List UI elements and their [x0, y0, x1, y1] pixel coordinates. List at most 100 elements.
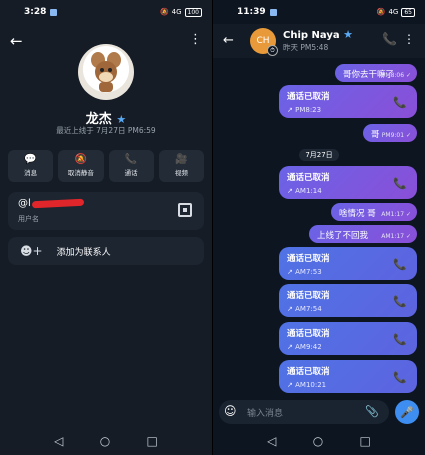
- network-indicator: 4G: [388, 8, 399, 16]
- mute-status-icon: 🔕: [159, 8, 169, 16]
- back-arrow-icon[interactable]: ←: [10, 32, 23, 50]
- message-time-value: AM1:17: [381, 233, 405, 240]
- add-contact-label: 添加为联系人: [56, 247, 111, 258]
- avatar-initials: CH: [256, 36, 270, 46]
- message-time-value: PM9:01: [381, 132, 405, 139]
- call-bubble[interactable]: 通话已取消 ↗ AM10:21 📞: [279, 360, 417, 393]
- emoji-icon[interactable]: ☺: [224, 404, 237, 418]
- nav-back-icon[interactable]: ◁: [54, 434, 63, 448]
- attach-icon[interactable]: 📎: [365, 405, 379, 418]
- call-bubble[interactable]: 通话已取消 ↗ PM8:23 📞: [279, 85, 417, 118]
- mute-status-icon: 🔕: [376, 8, 386, 16]
- message-button[interactable]: 💬 消息: [8, 150, 54, 182]
- message-text: 哥: [371, 130, 380, 140]
- battery-indicator: 65: [401, 7, 415, 17]
- call-time: ↗ AM1:14: [287, 187, 322, 195]
- message-list[interactable]: 哥你去干嘛了 PM8:06 ✓ 通话已取消 ↗ PM8:23 📞 哥 PM9:0…: [213, 58, 425, 394]
- message-time-value: AM1:17: [381, 211, 405, 218]
- system-nav-bar: ◁ ○ □: [0, 427, 212, 455]
- message-input-box[interactable]: ☺ 输入消息 📎: [219, 400, 389, 424]
- unmute-icon: 🔕: [74, 154, 88, 165]
- date-separator: 7月27日: [299, 149, 339, 161]
- message-label: 消息: [24, 169, 38, 177]
- call-title: 通话已取消: [287, 173, 330, 183]
- call-button[interactable]: 📞 通话: [108, 150, 154, 182]
- more-options-icon[interactable]: ⋮: [189, 32, 202, 47]
- call-time: ↗ AM9:42: [287, 343, 322, 351]
- phone-icon[interactable]: 📞: [382, 32, 397, 46]
- username-prefix: @l: [18, 198, 31, 209]
- call-time: ↗ AM10:21: [287, 381, 326, 389]
- back-arrow-icon[interactable]: ←: [223, 33, 234, 48]
- add-contact-button[interactable]: ☻+ 添加为联系人: [8, 237, 204, 265]
- call-bubble[interactable]: 通话已取消 ↗ AM9:42 📞: [279, 322, 417, 355]
- phone-icon[interactable]: 📞: [393, 295, 407, 308]
- chat-name-text: Chip Naya: [283, 30, 340, 41]
- message-input-placeholder[interactable]: 输入消息: [247, 406, 283, 419]
- phone-icon[interactable]: 📞: [393, 177, 407, 190]
- phone-icon[interactable]: 📞: [393, 96, 407, 109]
- unmute-button[interactable]: 🔕 取消静音: [58, 150, 104, 182]
- message-time-value: PM8:06: [381, 72, 405, 79]
- call-time: ↗ PM8:23: [287, 106, 321, 114]
- profile-avatar[interactable]: [78, 44, 134, 100]
- nav-recents-icon[interactable]: □: [147, 434, 158, 448]
- chat-header: ← CH ⏱ Chip Naya ★ 昨天 PM5:48 📞 ⋮: [213, 24, 425, 58]
- nav-home-icon[interactable]: ○: [100, 434, 110, 448]
- call-time: ↗ AM7:53: [287, 268, 322, 276]
- phone-icon[interactable]: 📞: [393, 258, 407, 271]
- system-nav-bar: ◁ ○ □: [213, 427, 425, 455]
- last-seen-text: 最近上线于 7月27日 PM6:59: [56, 126, 156, 135]
- qr-code-icon[interactable]: [178, 203, 192, 217]
- message-time: AM1:17 ✓: [381, 211, 411, 218]
- app-notification-icon: [50, 8, 58, 16]
- message-bubble[interactable]: 啥情况 哥 AM1:17 ✓: [331, 203, 417, 221]
- timer-badge-icon: ⏱: [267, 45, 278, 56]
- message-bubble[interactable]: 上线了不回我 AM1:17 ✓: [309, 225, 417, 243]
- premium-star-icon: ★: [343, 28, 353, 41]
- call-bubble[interactable]: 通话已取消 ↗ AM7:54 📞: [279, 284, 417, 317]
- battery-indicator: 100: [184, 7, 202, 17]
- call-label: 通话: [124, 169, 138, 177]
- call-bubble[interactable]: 通话已取消 ↗ AM1:14 📞: [279, 166, 417, 199]
- status-time: 11:39: [237, 7, 266, 17]
- call-time-value: PM8:23: [295, 106, 322, 114]
- outgoing-arrow-icon: ↗: [287, 268, 293, 276]
- message-bubble[interactable]: 哥你去干嘛了 PM8:06 ✓: [335, 64, 417, 82]
- chat-avatar[interactable]: CH ⏱: [250, 28, 278, 56]
- mouse-cartoon-icon: [91, 52, 121, 92]
- call-time: ↗ AM7:54: [287, 305, 322, 313]
- call-time-value: AM1:14: [295, 187, 322, 195]
- nav-home-icon[interactable]: ○: [313, 434, 323, 448]
- status-time: 3:28: [24, 7, 47, 17]
- outgoing-arrow-icon: ↗: [287, 343, 293, 351]
- video-label: 视频: [174, 169, 188, 177]
- video-button[interactable]: 🎥 视频: [158, 150, 204, 182]
- microphone-button[interactable]: 🎤: [395, 400, 419, 424]
- call-time-value: AM10:21: [295, 381, 327, 389]
- app-notification-icon: [269, 8, 277, 16]
- call-title: 通话已取消: [287, 329, 330, 339]
- call-bubble[interactable]: 通话已取消 ↗ AM7:53 📞: [279, 247, 417, 280]
- microphone-icon: 🎤: [400, 405, 414, 419]
- phone-icon[interactable]: 📞: [393, 333, 407, 346]
- call-time-value: AM7:53: [295, 268, 322, 276]
- message-bubble[interactable]: 哥 PM9:01 ✓: [363, 124, 417, 142]
- more-options-icon[interactable]: ⋮: [403, 32, 415, 46]
- unmute-label: 取消静音: [67, 169, 94, 177]
- nav-back-icon[interactable]: ◁: [267, 434, 276, 448]
- redaction-mark: [31, 198, 84, 208]
- message-icon: 💬: [24, 154, 37, 165]
- status-bar: 3:28 🔕 4G 100: [0, 0, 212, 24]
- network-indicator: 4G: [171, 8, 182, 16]
- username-label: 用户名: [18, 215, 39, 223]
- username-card[interactable]: @l 用户名: [8, 192, 204, 230]
- phone-icon[interactable]: 📞: [393, 371, 407, 384]
- call-time-value: AM9:42: [295, 343, 322, 351]
- outgoing-arrow-icon: ↗: [287, 106, 293, 114]
- username-value: @l: [18, 198, 84, 209]
- nav-recents-icon[interactable]: □: [360, 434, 371, 448]
- status-icons: 🔕 4G 65: [376, 7, 415, 17]
- call-title: 通话已取消: [287, 92, 330, 102]
- chat-title[interactable]: Chip Naya ★: [283, 28, 353, 41]
